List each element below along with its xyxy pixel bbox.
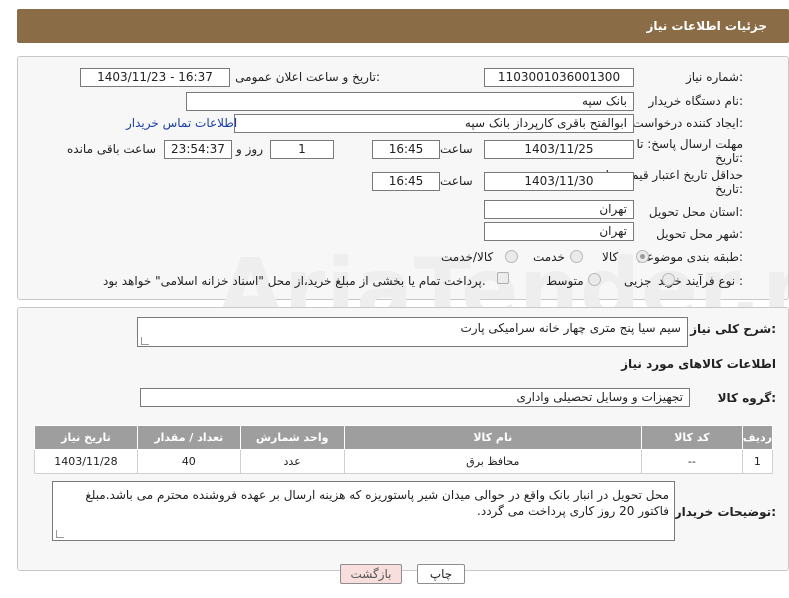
deadline-time-field: 16:45 bbox=[372, 140, 440, 159]
category-radio-service[interactable] bbox=[570, 250, 583, 263]
table-header-row-index: ردیف bbox=[741, 425, 774, 450]
creator-field: ابوالفتح باقری کارپرداز بانک سپه bbox=[234, 114, 634, 133]
creator-label: ایجاد کننده درخواست: bbox=[632, 116, 743, 130]
need-number-label: شماره نیاز: bbox=[685, 70, 743, 84]
table-header-name: نام کالا bbox=[343, 425, 642, 450]
process-option-medium: متوسط bbox=[546, 274, 584, 288]
table-header-row: تاریخ نیاز تعداد / مقدار واحد شمارش واحد… bbox=[34, 425, 774, 450]
page-header: جزئیات اطلاعات نیاز bbox=[17, 9, 789, 43]
cell-name: محافظ برق bbox=[343, 449, 642, 474]
validity-date-field: 1403/11/30 bbox=[484, 172, 634, 191]
page-title: جزئیات اطلاعات نیاز bbox=[646, 19, 767, 33]
resize-handle[interactable] bbox=[141, 337, 149, 345]
cell-code: -- bbox=[640, 449, 743, 474]
category-radio-goods[interactable] bbox=[636, 250, 649, 263]
deadline-date-field: 1403/11/25 bbox=[484, 140, 634, 159]
days-label: روز و bbox=[236, 142, 263, 156]
remaining-field: 23:54:37 bbox=[164, 140, 232, 159]
remaining-label: ساعت باقی مانده bbox=[67, 142, 157, 156]
description-label: شرح کلی نیاز: bbox=[690, 322, 776, 336]
category-label: طبقه بندی موضوعی: bbox=[636, 250, 743, 264]
back-button[interactable]: بازگشت bbox=[340, 564, 402, 584]
process-radio-medium[interactable] bbox=[588, 273, 601, 286]
buyer-org-field: بانک سپه bbox=[186, 92, 634, 111]
table-header-unit: واحد شمارش bbox=[239, 425, 345, 450]
payment-note: پرداخت تمام یا بخشی از مبلغ خرید،از محل … bbox=[103, 274, 486, 288]
validity-time-label: ساعت bbox=[440, 174, 473, 188]
buyer-notes-textarea[interactable]: محل تحویل در انبار بانک واقع در حوالی می… bbox=[52, 481, 675, 541]
table-header-code: کد کالا bbox=[640, 425, 743, 450]
deadline-time-label: ساعت bbox=[440, 142, 473, 156]
buyer-notes-label: توضیحات خریدار: bbox=[674, 505, 776, 519]
description-textarea[interactable]: سیم سیا پنج متری چهار خانه سرامیکی پارت bbox=[137, 317, 688, 347]
validity-label-2: تاریخ: bbox=[715, 182, 743, 196]
category-option-both: کالا/خدمت bbox=[441, 250, 494, 264]
category-radio-both[interactable] bbox=[505, 250, 518, 263]
table-row: 1403/11/28 40 عدد محافظ برق -- 1 bbox=[34, 449, 774, 474]
category-option-service: خدمت bbox=[533, 250, 565, 264]
cell-index: 1 bbox=[741, 449, 774, 474]
cell-date: 1403/11/28 bbox=[34, 449, 138, 474]
items-table: تاریخ نیاز تعداد / مقدار واحد شمارش واحد… bbox=[34, 425, 774, 474]
deadline-label-1: مهلت ارسال پاسخ: تا bbox=[636, 137, 743, 151]
buyer-notes-text: محل تحویل در انبار بانک واقع در حوالی می… bbox=[85, 488, 669, 518]
announce-field: 1403/11/23 - 16:37 bbox=[80, 68, 230, 87]
validity-time-field: 16:45 bbox=[372, 172, 440, 191]
process-radio-minor[interactable] bbox=[662, 273, 675, 286]
cell-quantity: 40 bbox=[136, 449, 241, 474]
goods-group-field: تجهیزات و وسایل تحصیلی واداری bbox=[140, 388, 690, 407]
days-field: 1 bbox=[270, 140, 334, 159]
city-label: شهر محل تحویل: bbox=[656, 227, 743, 241]
deadline-label-2: تاریخ: bbox=[715, 151, 743, 165]
province-field: تهران bbox=[484, 200, 634, 219]
city-field: تهران bbox=[484, 222, 634, 241]
goods-info-title: اطلاعات کالاهای مورد نیاز bbox=[621, 357, 776, 371]
category-option-goods: کالا bbox=[602, 250, 619, 264]
goods-group-label: گروه کالا: bbox=[717, 391, 776, 405]
print-button[interactable]: چاپ bbox=[417, 564, 465, 584]
description-text: سیم سیا پنج متری چهار خانه سرامیکی پارت bbox=[460, 321, 682, 335]
cell-unit: عدد bbox=[239, 449, 345, 474]
process-option-minor: جزیی bbox=[624, 274, 652, 288]
treasury-payment-checkbox[interactable] bbox=[497, 272, 509, 284]
province-label: استان محل تحویل: bbox=[648, 205, 743, 219]
notes-resize-handle[interactable] bbox=[56, 530, 64, 538]
need-number-field: 1103001036001300 bbox=[484, 68, 634, 87]
buyer-org-label: نام دستگاه خریدار: bbox=[648, 94, 744, 108]
table-header-quantity: تعداد / مقدار bbox=[136, 425, 241, 450]
table-header-date: تاریخ نیاز bbox=[34, 425, 138, 450]
announce-label: تاریخ و ساعت اعلان عمومی: bbox=[235, 70, 380, 84]
contact-info-link[interactable]: اطلاعات تماس خریدار bbox=[126, 116, 237, 130]
